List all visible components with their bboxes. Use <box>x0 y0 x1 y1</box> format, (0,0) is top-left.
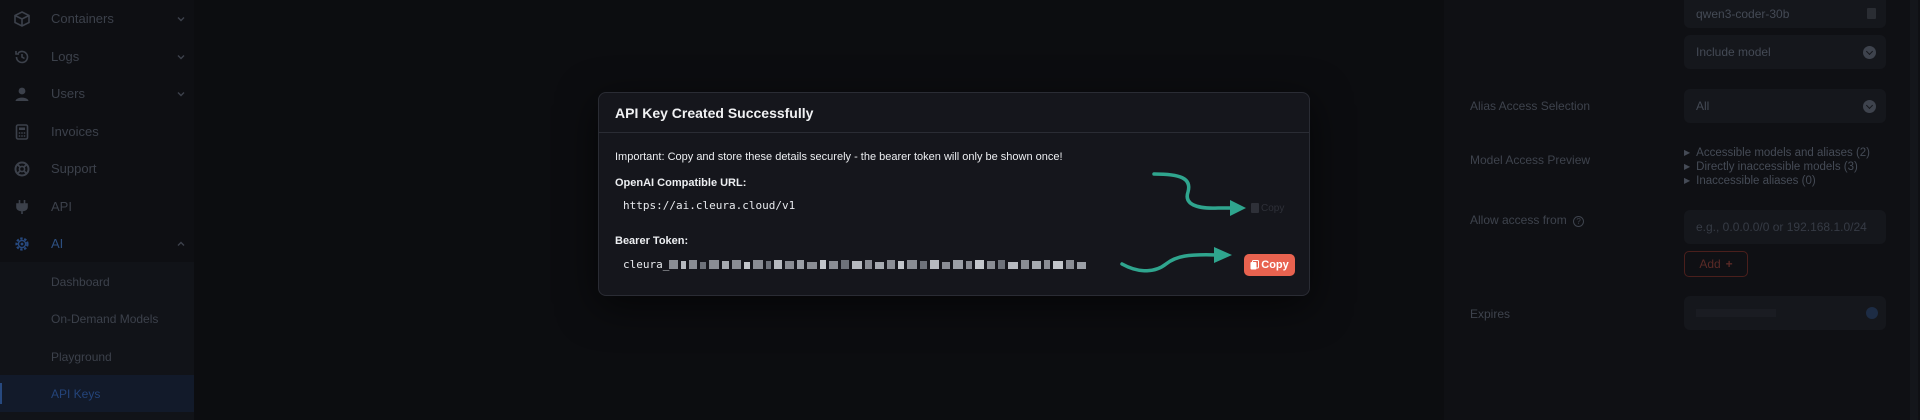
copy-token-label: Copy <box>1261 259 1289 271</box>
sidebar-item-logs[interactable]: Logs <box>0 38 194 75</box>
sidebar-item-support[interactable]: Support <box>0 150 194 187</box>
sidebar-item-ai[interactable]: AI <box>0 225 194 262</box>
alias-access-value: All <box>1696 99 1710 113</box>
expires-date-value <box>1696 309 1776 317</box>
plug-icon <box>13 198 31 216</box>
preview-inaccessible-aliases-toggle[interactable]: Inaccessible aliases (0) <box>1684 174 1870 188</box>
sidebar-subitem-on-demand-models[interactable]: On-Demand Models <box>0 300 194 337</box>
history-icon <box>13 48 31 66</box>
allow-access-label: Allow access from ? <box>1470 213 1585 227</box>
include-model-select[interactable]: Include model <box>1684 35 1886 69</box>
sidebar-item-label: AI <box>51 236 64 251</box>
expires-label: Expires <box>1470 307 1511 321</box>
allow-access-input[interactable]: e.g., 0.0.0.0/0 or 192.168.1.0/24 <box>1684 210 1886 244</box>
chevron-up-icon <box>177 241 185 246</box>
copy-url-label: Copy <box>1261 202 1285 214</box>
calculator-icon <box>13 123 31 141</box>
sidebar-item-label: Invoices <box>51 124 99 139</box>
chevron-down-icon <box>1863 100 1876 113</box>
help-icon[interactable]: ? <box>1573 216 1585 227</box>
sidebar-item-label: API <box>51 199 72 214</box>
model-access-preview: Accessible models and aliases (2) Direct… <box>1684 146 1870 188</box>
sidebar-subitem-api-keys[interactable]: API Keys <box>0 375 194 412</box>
copy-url-button[interactable]: Copy <box>1251 198 1284 218</box>
user-icon <box>13 85 31 103</box>
important-notice: Important: Copy and store these details … <box>615 151 1063 163</box>
lifebuoy-icon <box>13 160 31 178</box>
sidebar-subitem-label: Playground <box>51 349 112 364</box>
chevron-down-icon <box>177 54 185 59</box>
sidebar-item-label: Users <box>51 86 85 101</box>
annotation-arrow-token <box>1120 247 1232 273</box>
sidebar-item-containers[interactable]: Containers <box>0 0 194 37</box>
sidebar-subitem-dashboard[interactable]: Dashboard <box>0 263 194 300</box>
clipboard-icon <box>1250 260 1260 270</box>
allow-access-label-text: Allow access from <box>1470 213 1567 227</box>
include-model-value: Include model <box>1696 45 1771 59</box>
url-label: OpenAI Compatible URL: <box>615 177 747 189</box>
sidebar-item-users[interactable]: Users <box>0 75 194 112</box>
sidebar-item-label: Support <box>51 161 97 176</box>
trash-icon[interactable] <box>1867 8 1876 19</box>
url-value: https://ai.cleura.cloud/v1 <box>623 199 796 212</box>
model-select[interactable]: qwen3-coder-30b <box>1684 0 1886 28</box>
copy-token-button[interactable]: Copy <box>1244 254 1295 276</box>
alias-access-select[interactable]: All <box>1684 89 1886 123</box>
sidebar-subitem-playground[interactable]: Playground <box>0 338 194 375</box>
sidebar: Containers Logs Users Invoices Support A… <box>0 0 194 420</box>
model-access-preview-label: Model Access Preview <box>1470 153 1591 167</box>
chevron-down-icon <box>177 16 185 21</box>
allow-access-placeholder: e.g., 0.0.0.0/0 or 192.168.1.0/24 <box>1696 220 1867 234</box>
model-select-value: qwen3-coder-30b <box>1696 7 1790 21</box>
api-key-form-panel: qwen3-coder-30b Include model Alias Acce… <box>1444 0 1920 420</box>
sidebar-subitem-label: API Keys <box>51 386 101 401</box>
plus-icon: + <box>1725 257 1733 271</box>
alias-access-label: Alias Access Selection <box>1470 99 1591 113</box>
expires-date-input[interactable] <box>1684 296 1886 330</box>
token-value: cleura_ <box>623 258 1091 271</box>
sidebar-subitem-label: Dashboard <box>51 274 110 289</box>
sidebar-item-label: Containers <box>51 11 114 26</box>
modal-title: API Key Created Successfully <box>615 104 814 121</box>
add-button-label: Add <box>1699 257 1721 271</box>
sidebar-item-api[interactable]: API <box>0 188 194 225</box>
modal-header: API Key Created Successfully <box>599 93 1309 133</box>
add-ip-button[interactable]: Add + <box>1684 251 1748 277</box>
box-icon <box>13 10 31 28</box>
preview-accessible-toggle[interactable]: Accessible models and aliases (2) <box>1684 146 1870 160</box>
annotation-arrow-url <box>1152 172 1246 216</box>
token-prefix: cleura_ <box>623 258 670 271</box>
preview-inaccessible-models-toggle[interactable]: Directly inaccessible models (3) <box>1684 160 1870 174</box>
clipboard-icon <box>1251 203 1259 213</box>
clear-date-icon[interactable] <box>1866 307 1878 319</box>
sidebar-item-invoices[interactable]: Invoices <box>0 113 194 150</box>
redacted-token-pixels <box>669 260 1087 269</box>
gear-icon <box>13 235 31 253</box>
chevron-down-icon <box>1863 46 1876 59</box>
sidebar-subitem-label: On-Demand Models <box>51 311 159 326</box>
chevron-down-icon <box>177 91 185 96</box>
token-label: Bearer Token: <box>615 235 689 247</box>
sidebar-item-label: Logs <box>51 49 80 64</box>
page-scrollbar[interactable] <box>1910 0 1918 420</box>
